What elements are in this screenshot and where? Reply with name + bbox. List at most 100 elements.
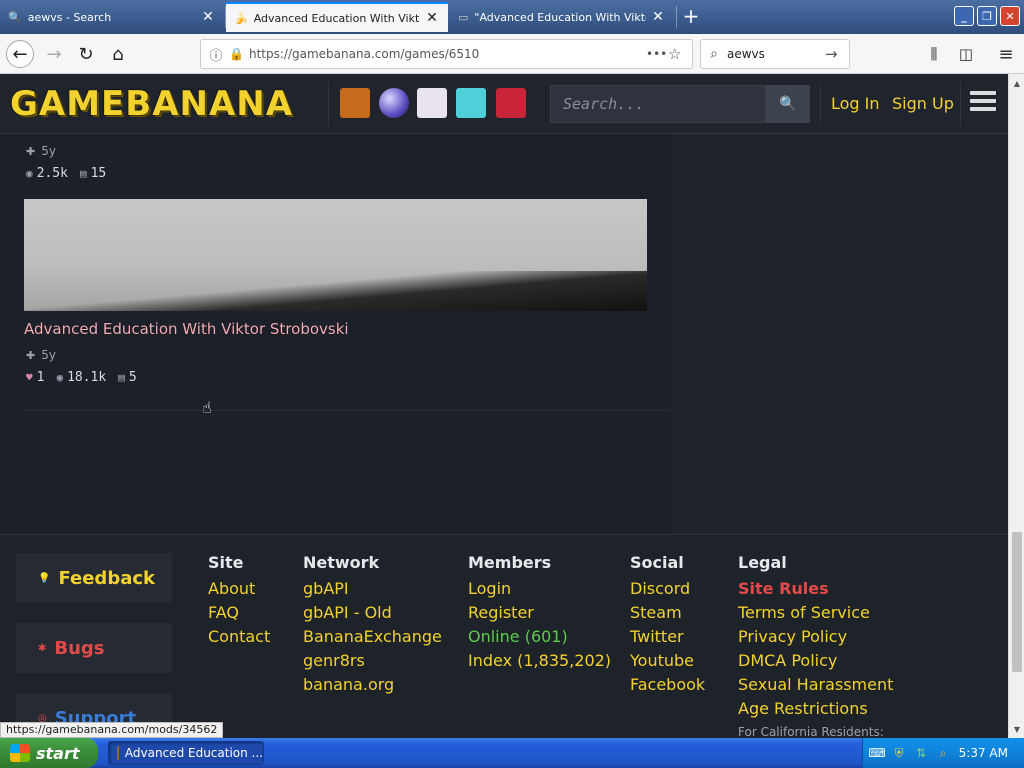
scroll-down-icon[interactable]: ▼ <box>1011 722 1023 736</box>
site-menu-icon[interactable] <box>970 91 996 115</box>
close-tab-icon[interactable]: ✕ <box>650 9 666 25</box>
age-value: 5y <box>41 348 56 362</box>
footer-members-column: Members Login Register Online (601) Inde… <box>468 553 611 673</box>
mod-title-link[interactable]: Advanced Education With Viktor Strobovsk… <box>24 320 349 338</box>
footer-link-steam[interactable]: Steam <box>630 601 705 625</box>
footer-link-twitter[interactable]: Twitter <box>630 625 705 649</box>
tab-advanced-education-video[interactable]: ▭ "Advanced Education With Viktor ✕ <box>450 2 674 32</box>
header-divider <box>328 82 329 126</box>
hamburger-menu-icon[interactable]: ≡ <box>994 42 1018 66</box>
views-icon: ◉ <box>26 167 33 180</box>
footer-link-banana-org[interactable]: banana.org <box>303 673 442 697</box>
new-tab-button[interactable]: + <box>680 4 702 28</box>
keyboard-icon[interactable]: ⌨ <box>868 745 885 761</box>
item-stats: ◉ 2.5k ▤ 15 <box>26 166 106 181</box>
mod-thumbnail[interactable] <box>24 199 647 311</box>
shield-icon[interactable]: ⛨ <box>891 745 907 761</box>
search-query-text[interactable]: aewvs <box>727 47 825 61</box>
signup-link[interactable]: Sign Up <box>892 94 954 113</box>
footer-social-column: Social Discord Steam Twitter Youtube Fac… <box>630 553 705 697</box>
miku-game-icon[interactable] <box>456 88 486 118</box>
header-divider <box>820 82 821 126</box>
close-window-button[interactable]: ✕ <box>1000 6 1020 26</box>
tab-aewvs-search[interactable]: 🔍 aewvs - Search ✕ <box>0 2 224 32</box>
address-bar[interactable]: ⓘ 🔒 https://gamebanana.com/games/6510 ••… <box>200 39 693 69</box>
orb-game-icon[interactable] <box>379 88 409 118</box>
site-search-input[interactable]: Search... <box>550 85 766 123</box>
bugs-label: Bugs <box>54 637 105 659</box>
reload-button[interactable]: ↻ <box>72 40 100 68</box>
browser-search-box[interactable]: ⌕ aewvs → <box>700 39 850 69</box>
footer-link-terms[interactable]: Terms of Service <box>738 601 893 625</box>
footer-link-gbapi-old[interactable]: gbAPI - Old <box>303 601 442 625</box>
scrollbar-thumb[interactable] <box>1012 532 1022 672</box>
close-tab-icon[interactable]: ✕ <box>200 9 216 25</box>
network-icon[interactable]: ⇅ <box>913 745 929 761</box>
footer-link-contact[interactable]: Contact <box>208 625 270 649</box>
tab-advanced-education[interactable]: 🍌 Advanced Education With Viktor S ✕ <box>226 2 448 32</box>
plus-icon: ✚ <box>26 348 36 362</box>
footer-link-online[interactable]: Online (601) <box>468 625 611 649</box>
footer-link-faq[interactable]: FAQ <box>208 601 270 625</box>
login-link[interactable]: Log In <box>831 94 880 113</box>
bookmark-star-icon[interactable]: ☆ <box>668 45 692 63</box>
footer-link-gbapi[interactable]: gbAPI <box>303 577 442 601</box>
header-divider <box>960 82 961 126</box>
footer-link-privacy[interactable]: Privacy Policy <box>738 625 893 649</box>
likes-count: 1 <box>36 370 45 385</box>
site-search-button[interactable]: 🔍 <box>766 85 810 123</box>
search-go-arrow-icon[interactable]: → <box>825 45 849 63</box>
home-button[interactable]: ⌂ <box>104 40 132 68</box>
minimize-button[interactable]: _ <box>954 6 974 26</box>
footer-link-youtube[interactable]: Youtube <box>630 649 705 673</box>
tab-title: aewvs - Search <box>27 10 112 24</box>
back-button[interactable]: ← <box>6 40 34 68</box>
footer-link-bananaexchange[interactable]: BananaExchange <box>303 625 442 649</box>
page-actions-icon[interactable]: ••• <box>646 47 668 61</box>
url-text[interactable]: https://gamebanana.com/games/6510 <box>249 47 646 61</box>
gamebanana-logo[interactable]: GAMEBANANA <box>10 84 293 124</box>
search-favicon-icon: 🔍 <box>8 10 22 24</box>
footer-link-discord[interactable]: Discord <box>630 577 705 601</box>
sidebar-icon[interactable]: ◫ <box>954 42 978 66</box>
footer-link-about[interactable]: About <box>208 577 270 601</box>
restore-button[interactable]: ❐ <box>977 6 997 26</box>
taskbar-item-firefox[interactable]: Advanced Education ... <box>108 741 264 765</box>
library-icon[interactable]: ⫼ <box>922 42 946 66</box>
bug-icon: ✱ <box>38 642 47 654</box>
footer-link-facebook[interactable]: Facebook <box>630 673 705 697</box>
counter-strike-game-icon[interactable] <box>340 88 370 118</box>
footer-link-age-restrictions[interactable]: Age Restrictions <box>738 697 893 721</box>
footer-link-harassment[interactable]: Sexual Harassment <box>738 673 893 697</box>
info-icon[interactable]: ⓘ <box>207 45 225 64</box>
status-url-popup: https://gamebanana.com/mods/34562 <box>0 722 224 738</box>
page-scrollbar[interactable]: ▲ ▼ <box>1008 74 1024 738</box>
footer-link-register[interactable]: Register <box>468 601 611 625</box>
search-tray-icon[interactable]: ⌕ <box>935 745 951 761</box>
footer-link-genr8rs[interactable]: genr8rs <box>303 649 442 673</box>
footer-link-site-rules[interactable]: Site Rules <box>738 577 893 601</box>
footer-link-index[interactable]: Index (1,835,202) <box>468 649 611 673</box>
banana-favicon-icon: 🍌 <box>234 11 248 25</box>
posts-count: 5 <box>128 370 137 385</box>
site-footer: 💡 Feedback ✱ Bugs ◎ Support Site About F… <box>0 534 1008 738</box>
footer-link-login[interactable]: Login <box>468 577 611 601</box>
site-header: GAMEBANANA Search... 🔍 Log In Sign Up <box>0 74 1008 134</box>
start-label: start <box>36 743 80 763</box>
posts-icon: ▤ <box>118 371 125 384</box>
forward-button[interactable]: → <box>40 40 68 68</box>
footer-link-dmca[interactable]: DMCA Policy <box>738 649 893 673</box>
fnf-game-icon[interactable] <box>496 88 526 118</box>
feedback-button[interactable]: 💡 Feedback <box>16 553 172 603</box>
lock-icon[interactable]: 🔒 <box>229 47 244 61</box>
start-button[interactable]: start <box>0 738 98 768</box>
tab-title: "Advanced Education With Viktor <box>474 10 646 24</box>
bugs-button[interactable]: ✱ Bugs <box>16 623 172 673</box>
clock: 5:37 AM <box>958 746 1008 760</box>
scroll-up-icon[interactable]: ▲ <box>1011 76 1023 90</box>
windows-flag-icon <box>10 744 30 762</box>
video-favicon-icon: ▭ <box>458 10 469 24</box>
item-stats: ♥ 1 ◉ 18.1k ▤ 5 <box>26 370 137 385</box>
close-tab-icon[interactable]: ✕ <box>424 10 440 26</box>
anime-character-game-icon[interactable] <box>417 88 447 118</box>
